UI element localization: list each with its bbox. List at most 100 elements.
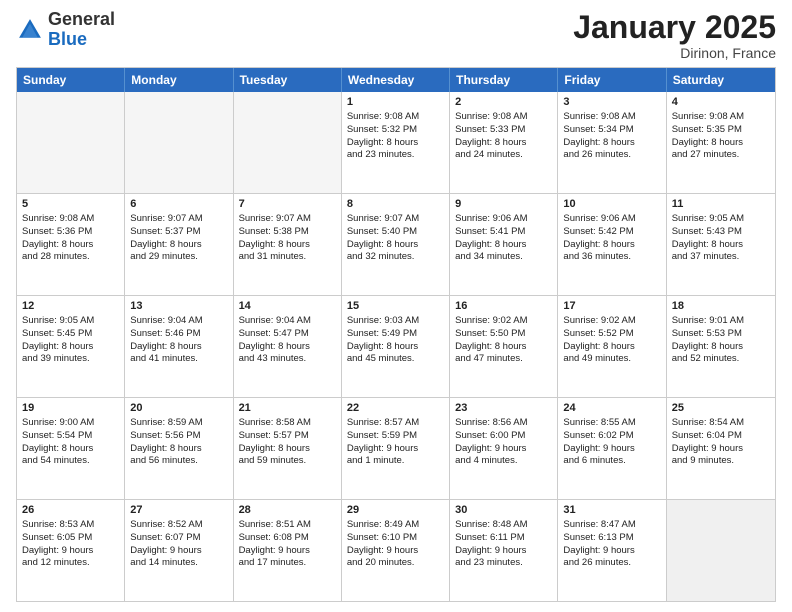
day-info: Sunrise: 8:58 AM: [239, 417, 336, 430]
calendar-cell: 30Sunrise: 8:48 AMSunset: 6:11 PMDayligh…: [450, 500, 558, 601]
day-info: and 26 minutes.: [563, 149, 660, 162]
header-day-sunday: Sunday: [17, 68, 125, 92]
calendar-cell: 15Sunrise: 9:03 AMSunset: 5:49 PMDayligh…: [342, 296, 450, 397]
day-info: and 27 minutes.: [672, 149, 770, 162]
day-info: Sunrise: 9:07 AM: [347, 213, 444, 226]
day-info: Daylight: 9 hours: [347, 545, 444, 558]
day-number: 23: [455, 401, 552, 416]
day-number: 19: [22, 401, 119, 416]
day-info: and 45 minutes.: [347, 353, 444, 366]
day-info: and 37 minutes.: [672, 251, 770, 264]
day-info: Sunrise: 8:51 AM: [239, 519, 336, 532]
day-info: Daylight: 8 hours: [239, 443, 336, 456]
day-number: 5: [22, 197, 119, 212]
title-block: January 2025 Dirinon, France: [573, 10, 776, 61]
day-info: Sunrise: 9:05 AM: [22, 315, 119, 328]
day-info: and 32 minutes.: [347, 251, 444, 264]
day-info: Daylight: 8 hours: [22, 239, 119, 252]
day-info: and 4 minutes.: [455, 455, 552, 468]
calendar-cell: 10Sunrise: 9:06 AMSunset: 5:42 PMDayligh…: [558, 194, 666, 295]
day-info: Sunset: 5:37 PM: [130, 226, 227, 239]
day-info: and 20 minutes.: [347, 557, 444, 570]
day-number: 7: [239, 197, 336, 212]
day-info: and 24 minutes.: [455, 149, 552, 162]
day-info: Sunset: 6:05 PM: [22, 532, 119, 545]
day-info: Sunrise: 9:04 AM: [130, 315, 227, 328]
day-number: 9: [455, 197, 552, 212]
day-info: and 14 minutes.: [130, 557, 227, 570]
day-number: 14: [239, 299, 336, 314]
day-number: 8: [347, 197, 444, 212]
day-info: Sunset: 5:57 PM: [239, 430, 336, 443]
day-info: and 28 minutes.: [22, 251, 119, 264]
day-info: Sunset: 5:45 PM: [22, 328, 119, 341]
day-info: Sunrise: 8:47 AM: [563, 519, 660, 532]
calendar-cell: 28Sunrise: 8:51 AMSunset: 6:08 PMDayligh…: [234, 500, 342, 601]
header-day-thursday: Thursday: [450, 68, 558, 92]
day-info: and 52 minutes.: [672, 353, 770, 366]
day-info: Daylight: 8 hours: [347, 239, 444, 252]
calendar-cell: 5Sunrise: 9:08 AMSunset: 5:36 PMDaylight…: [17, 194, 125, 295]
day-info: Daylight: 8 hours: [22, 341, 119, 354]
header: General Blue January 2025 Dirinon, Franc…: [16, 10, 776, 61]
day-info: Daylight: 8 hours: [130, 239, 227, 252]
calendar-header: SundayMondayTuesdayWednesdayThursdayFrid…: [17, 68, 775, 92]
day-info: and 49 minutes.: [563, 353, 660, 366]
day-info: and 43 minutes.: [239, 353, 336, 366]
day-info: Sunrise: 9:02 AM: [455, 315, 552, 328]
calendar-cell: 25Sunrise: 8:54 AMSunset: 6:04 PMDayligh…: [667, 398, 775, 499]
day-info: Sunrise: 9:04 AM: [239, 315, 336, 328]
day-number: 15: [347, 299, 444, 314]
calendar: SundayMondayTuesdayWednesdayThursdayFrid…: [16, 67, 776, 602]
day-number: 10: [563, 197, 660, 212]
day-info: and 34 minutes.: [455, 251, 552, 264]
header-day-tuesday: Tuesday: [234, 68, 342, 92]
day-info: Daylight: 8 hours: [563, 239, 660, 252]
day-info: and 1 minute.: [347, 455, 444, 468]
day-info: Sunrise: 9:08 AM: [455, 111, 552, 124]
logo-blue: Blue: [48, 29, 87, 49]
day-info: Sunrise: 8:53 AM: [22, 519, 119, 532]
header-day-wednesday: Wednesday: [342, 68, 450, 92]
day-info: Daylight: 9 hours: [455, 443, 552, 456]
day-info: Sunrise: 9:06 AM: [563, 213, 660, 226]
day-info: and 47 minutes.: [455, 353, 552, 366]
calendar-cell: 3Sunrise: 9:08 AMSunset: 5:34 PMDaylight…: [558, 92, 666, 193]
calendar-cell: 8Sunrise: 9:07 AMSunset: 5:40 PMDaylight…: [342, 194, 450, 295]
day-info: Daylight: 9 hours: [239, 545, 336, 558]
day-number: 13: [130, 299, 227, 314]
day-info: Sunset: 5:34 PM: [563, 124, 660, 137]
day-number: 17: [563, 299, 660, 314]
day-info: Sunrise: 9:07 AM: [130, 213, 227, 226]
day-info: Sunset: 5:50 PM: [455, 328, 552, 341]
day-info: Sunset: 5:47 PM: [239, 328, 336, 341]
day-number: 1: [347, 95, 444, 110]
day-info: Sunset: 5:46 PM: [130, 328, 227, 341]
day-info: Sunset: 6:02 PM: [563, 430, 660, 443]
day-info: Sunset: 5:33 PM: [455, 124, 552, 137]
calendar-body: 1Sunrise: 9:08 AMSunset: 5:32 PMDaylight…: [17, 92, 775, 601]
calendar-cell: 21Sunrise: 8:58 AMSunset: 5:57 PMDayligh…: [234, 398, 342, 499]
day-number: 16: [455, 299, 552, 314]
day-info: Daylight: 8 hours: [22, 443, 119, 456]
day-info: and 23 minutes.: [347, 149, 444, 162]
calendar-cell: [667, 500, 775, 601]
day-info: Daylight: 8 hours: [563, 137, 660, 150]
day-info: Daylight: 9 hours: [130, 545, 227, 558]
day-info: and 36 minutes.: [563, 251, 660, 264]
calendar-cell: 23Sunrise: 8:56 AMSunset: 6:00 PMDayligh…: [450, 398, 558, 499]
day-number: 27: [130, 503, 227, 518]
day-info: Sunset: 5:59 PM: [347, 430, 444, 443]
day-info: Daylight: 9 hours: [455, 545, 552, 558]
day-info: Daylight: 8 hours: [130, 341, 227, 354]
calendar-cell: 17Sunrise: 9:02 AMSunset: 5:52 PMDayligh…: [558, 296, 666, 397]
logo-icon: [16, 16, 44, 44]
day-info: and 31 minutes.: [239, 251, 336, 264]
day-info: and 9 minutes.: [672, 455, 770, 468]
day-info: Daylight: 8 hours: [455, 239, 552, 252]
calendar-cell: 26Sunrise: 8:53 AMSunset: 6:05 PMDayligh…: [17, 500, 125, 601]
day-number: 4: [672, 95, 770, 110]
header-day-friday: Friday: [558, 68, 666, 92]
day-info: Sunrise: 9:07 AM: [239, 213, 336, 226]
day-info: Sunrise: 8:49 AM: [347, 519, 444, 532]
